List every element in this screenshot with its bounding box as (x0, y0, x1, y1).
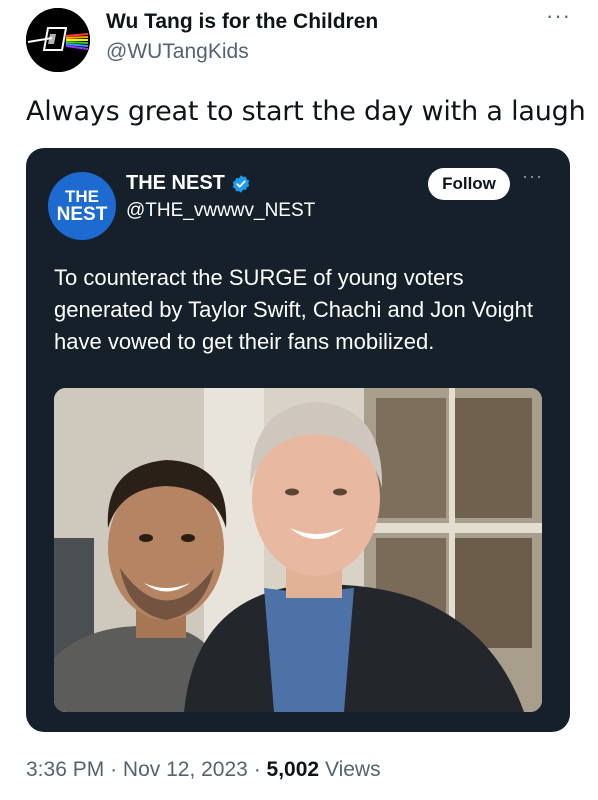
quoted-more-options-icon[interactable]: ··· (522, 166, 543, 187)
quoted-author-name-row[interactable]: THE NEST (126, 172, 251, 195)
quoted-author-avatar[interactable]: THE NEST (48, 172, 116, 240)
tweet-meta: 3:36 PM · Nov 12, 2023 · 5,002 Views (26, 758, 381, 782)
tweet-time[interactable]: 3:36 PM (26, 758, 104, 781)
logo-line-2: NEST (56, 204, 108, 225)
meta-separator: · (110, 758, 118, 781)
tweet-date[interactable]: Nov 12, 2023 (123, 758, 248, 781)
quoted-tweet-text: To counteract the SURGE of young voters … (54, 265, 534, 354)
views-label: Views (324, 758, 381, 781)
verified-badge-icon (232, 174, 250, 193)
tweet-page: Wu Tang is for the Children @WUTangKids … (0, 0, 598, 800)
quoted-tweet-card[interactable]: THE NEST THE NEST @THE_vwwwv_NEST Follow… (26, 148, 570, 732)
author-avatar[interactable] (26, 8, 90, 72)
tweet-text: Always great to start the day with a lau… (26, 96, 586, 127)
views-count: 5,002 (266, 758, 320, 781)
quoted-tweet-photo[interactable] (54, 388, 542, 712)
author-name[interactable]: Wu Tang is for the Children (106, 10, 378, 34)
author-handle[interactable]: @WUTangKids (106, 40, 249, 64)
photo-two-men (54, 388, 542, 712)
meta-separator-2: · (253, 758, 261, 781)
follow-button[interactable]: Follow (428, 168, 510, 200)
more-options-icon[interactable]: ··· (546, 5, 571, 27)
wu-tang-prism-icon (26, 8, 90, 72)
quoted-author-handle[interactable]: @THE_vwwwv_NEST (126, 200, 315, 222)
quoted-author-name[interactable]: THE NEST (126, 172, 225, 195)
